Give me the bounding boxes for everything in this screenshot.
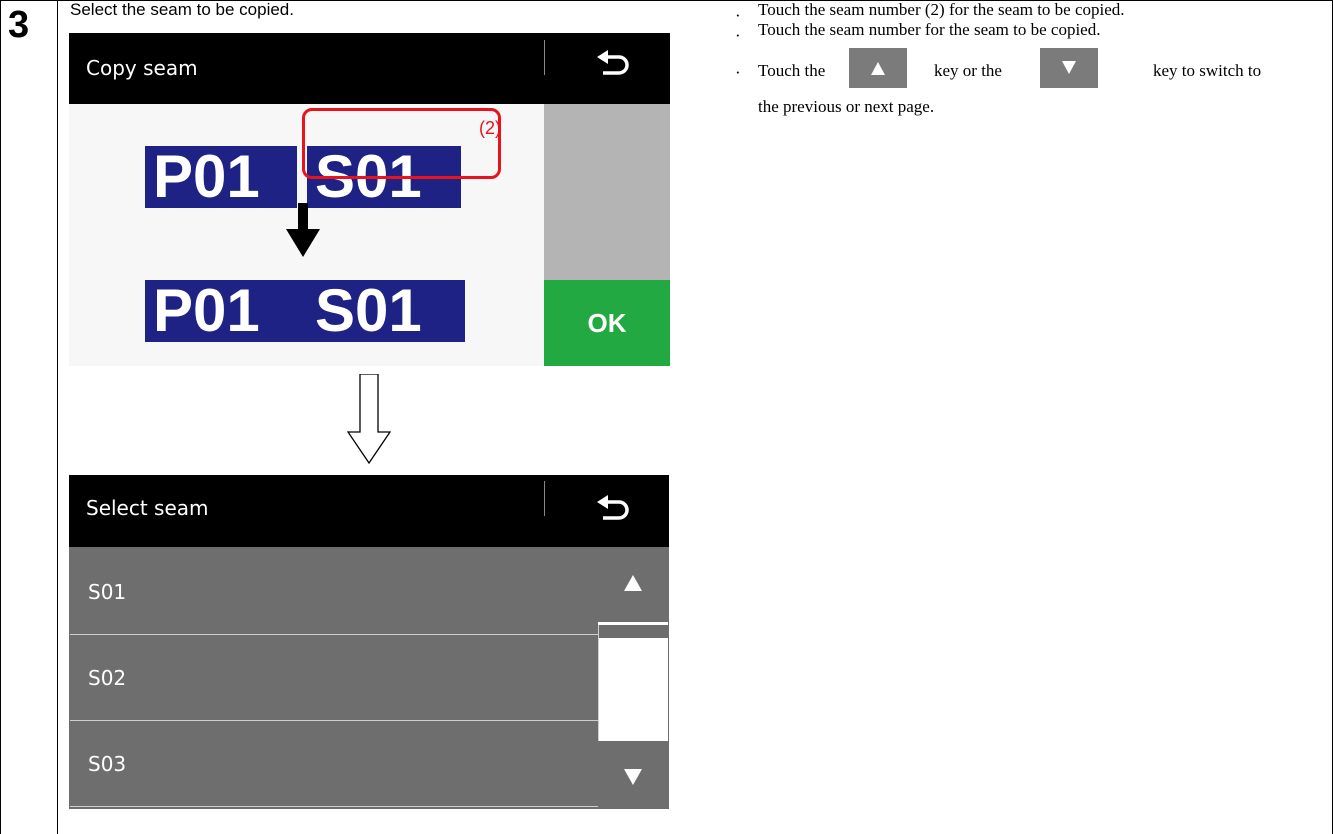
triangle-down-icon	[624, 769, 642, 785]
triangle-up-icon	[871, 62, 885, 75]
source-pattern-code: P01	[145, 146, 297, 208]
step-instruction: Select the seam to be copied.	[70, 0, 294, 19]
return-arrow-icon[interactable]	[593, 50, 633, 80]
dest-pattern-code: P01	[145, 280, 297, 342]
select-seam-title: Select seam	[86, 496, 209, 520]
return-arrow-icon[interactable]	[593, 495, 633, 525]
note-line-3: Touch the key or the key to switch to	[758, 48, 1318, 88]
copy-seam-screen: Copy seam P01 S01 (2) P01 S01 OK	[69, 33, 670, 366]
note-line-4: the previous or next page.	[758, 97, 935, 116]
scrollbar-thumb[interactable]	[599, 638, 668, 741]
seam-highlight-frame	[302, 108, 501, 179]
list-item-label: S01	[88, 580, 127, 604]
titlebar-separator	[544, 481, 545, 516]
list-item-label: S02	[88, 666, 127, 690]
scroll-divider	[598, 622, 668, 625]
copy-seam-title: Copy seam	[86, 56, 198, 80]
frame-left	[0, 0, 1, 834]
note-key-or-the: key or the	[934, 61, 1002, 80]
bullet-dot: ·	[735, 26, 741, 45]
callout-label: (2)	[479, 118, 501, 138]
note-line-2: Touch the seam number for the seam to be…	[758, 20, 1101, 39]
ok-button[interactable]: OK	[544, 280, 670, 366]
dest-seam-code: S01	[297, 280, 465, 342]
list-item-s02[interactable]: S02	[70, 635, 599, 721]
down-key-button	[1040, 48, 1098, 88]
list-item-label: S03	[88, 752, 127, 776]
scroll-up-button[interactable]	[598, 549, 668, 622]
triangle-up-icon	[624, 575, 642, 591]
select-seam-screen: Select seam S01 S02 S03	[69, 475, 669, 809]
down-arrow-icon	[286, 203, 320, 262]
scroll-down-button[interactable]	[598, 741, 668, 808]
frame-step-divider	[57, 0, 58, 834]
step-number: 3	[8, 4, 30, 46]
list-item-s01[interactable]: S01	[70, 549, 599, 635]
select-seam-titlebar: Select seam	[69, 475, 669, 547]
bullet-dot: ·	[735, 6, 741, 25]
note-touch-the: Touch the	[758, 61, 826, 80]
transition-arrow-icon	[346, 373, 392, 469]
list-item-s03[interactable]: S03	[70, 721, 599, 807]
copy-seam-titlebar: Copy seam	[69, 33, 670, 104]
titlebar-separator	[544, 40, 545, 75]
note-key-to-switch: key to switch to	[1153, 61, 1262, 80]
note-line-1: Touch the seam number (2) for the seam t…	[758, 0, 1125, 19]
up-key-button	[849, 48, 907, 88]
triangle-down-icon	[1062, 61, 1076, 74]
bullet-dot: ·	[735, 63, 741, 82]
